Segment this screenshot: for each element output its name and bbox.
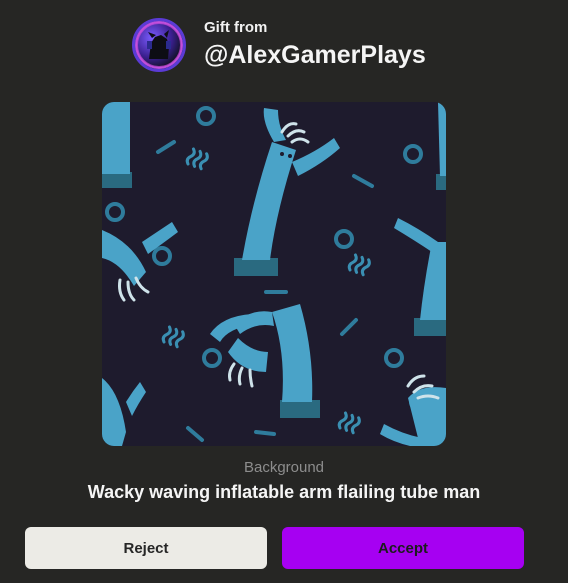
item-type-label: Background — [243, 459, 325, 476]
wacky-tube-man-pattern-icon — [102, 102, 446, 446]
sender-text: Gift from @AlexGamerPlays — [204, 19, 426, 71]
item-name: Wacky waving inflatable arm flailing tub… — [87, 482, 481, 502]
gamer-avatar-icon — [136, 22, 182, 68]
sender-avatar[interactable] — [132, 18, 186, 72]
accept-button[interactable]: Accept — [282, 527, 524, 569]
gift-from-label: Gift from — [204, 19, 268, 36]
gift-sender: Gift from @AlexGamerPlays — [132, 18, 426, 72]
reject-button[interactable]: Reject — [25, 527, 267, 569]
background-preview — [102, 102, 446, 446]
sender-name: @AlexGamerPlays — [204, 41, 426, 69]
